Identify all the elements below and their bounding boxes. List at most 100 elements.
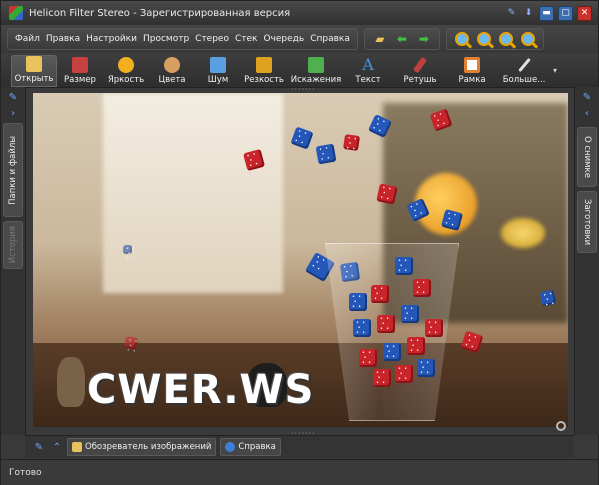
- pin-icon[interactable]: ✎: [505, 7, 518, 20]
- magnifier-icon[interactable]: [556, 421, 566, 431]
- die: [425, 319, 443, 337]
- nav-toolbar: ▰ ⬅ ➡: [363, 28, 440, 50]
- die: [371, 285, 389, 303]
- tab-folders-files[interactable]: Папки и файлы: [3, 123, 23, 217]
- zoom-actual-icon[interactable]: [453, 30, 471, 48]
- tool-brightness[interactable]: Яркость: [103, 55, 149, 87]
- menu-settings[interactable]: Настройки: [83, 34, 140, 44]
- watermark-figure: [57, 357, 85, 407]
- tab-image-browser[interactable]: Обозреватель изображений: [67, 438, 217, 456]
- menu-view[interactable]: Просмотр: [140, 34, 192, 44]
- panel-grip[interactable]: ·······: [291, 85, 316, 94]
- tool-sharpness[interactable]: Резкость: [241, 55, 287, 87]
- tab-help[interactable]: Справка: [220, 438, 281, 456]
- tool-retouch[interactable]: Ретушь: [391, 55, 449, 87]
- zoom-fit-icon[interactable]: [475, 30, 493, 48]
- ribbon-overflow-icon[interactable]: ▾: [553, 66, 557, 75]
- text-icon: A: [362, 55, 374, 74]
- watermark-text: CWER.WS: [87, 367, 315, 413]
- tab-history[interactable]: История: [3, 221, 23, 269]
- tool-distortion[interactable]: Искажения: [287, 55, 345, 87]
- menu-help[interactable]: Справка: [307, 34, 353, 44]
- wand-icon: [517, 57, 531, 73]
- tool-more[interactable]: Больше...: [495, 55, 553, 87]
- die: [373, 369, 391, 387]
- right-panel: ✎ ‹ О снимке Заготовки: [574, 87, 599, 435]
- close-button[interactable]: ✕: [577, 5, 592, 21]
- die: [343, 134, 360, 151]
- app-logo-icon: [9, 6, 23, 20]
- window-title: Helicon Filter Stereo - Зарегистрированн…: [29, 7, 291, 19]
- app-window: Helicon Filter Stereo - Зарегистрированн…: [0, 0, 599, 485]
- maximize-button[interactable]: ▢: [558, 5, 573, 21]
- tool-colors[interactable]: Цвета: [149, 55, 195, 87]
- die: [413, 279, 431, 297]
- image-browser-icon: [72, 442, 82, 452]
- menu-stack[interactable]: Стек: [232, 34, 261, 44]
- distort-icon: [308, 57, 324, 73]
- die: [407, 337, 425, 355]
- die: [315, 143, 337, 165]
- open-icon: [26, 56, 42, 72]
- die: [290, 126, 314, 150]
- brush-icon: [412, 56, 428, 74]
- zoom-toolbar: [445, 28, 544, 50]
- help-icon: [225, 442, 236, 452]
- back-arrow-icon[interactable]: ⬅: [393, 30, 411, 48]
- zoom-in-icon[interactable]: [519, 30, 537, 48]
- title-bar: Helicon Filter Stereo - Зарегистрированн…: [1, 1, 598, 25]
- die: [359, 349, 377, 367]
- folder-icon[interactable]: ▰: [371, 30, 389, 48]
- expand-arrow-icon[interactable]: ‹: [581, 107, 593, 119]
- palette-icon: [164, 57, 180, 73]
- die: [383, 343, 401, 361]
- menu-bar: Файл Правка Настройки Просмотр Стерео Ст…: [7, 28, 358, 50]
- pin-icon[interactable]: ✎: [7, 91, 19, 103]
- menu-file[interactable]: Файл: [12, 34, 43, 44]
- pin-icon[interactable]: ✎: [33, 441, 45, 453]
- noise-icon: [210, 57, 226, 73]
- download-icon[interactable]: ⬇: [522, 7, 535, 20]
- die: [401, 305, 419, 323]
- tab-presets[interactable]: Заготовки: [577, 191, 597, 253]
- tool-text[interactable]: A Текст: [345, 55, 391, 87]
- die: [376, 183, 398, 205]
- sun-icon: [118, 57, 134, 73]
- expand-up-icon[interactable]: ⌃: [51, 441, 63, 453]
- tool-frame[interactable]: Рамка: [449, 55, 495, 87]
- die: [539, 289, 557, 307]
- die: [395, 257, 413, 275]
- sharpen-icon: [256, 57, 272, 73]
- tool-open[interactable]: Открыть: [11, 55, 57, 87]
- forward-arrow-icon[interactable]: ➡: [415, 30, 433, 48]
- background-fruit: [501, 218, 545, 248]
- pin-icon[interactable]: ✎: [581, 91, 593, 103]
- menu-toolbar: Файл Правка Настройки Просмотр Стерео Ст…: [1, 25, 598, 54]
- menu-edit[interactable]: Правка: [43, 34, 83, 44]
- expand-arrow-icon[interactable]: ›: [7, 107, 19, 119]
- die: [124, 336, 138, 350]
- image-viewer[interactable]: CWER.WS: [33, 93, 568, 427]
- tab-photo-info[interactable]: О снимке: [577, 127, 597, 187]
- tool-noise[interactable]: Шум: [195, 55, 241, 87]
- tool-ribbon: Открыть Размер Яркость Цвета Шум Резкост…: [1, 53, 598, 88]
- die: [377, 315, 395, 333]
- zoom-out-icon[interactable]: [497, 30, 515, 48]
- background-window: [103, 93, 283, 293]
- menu-stereo[interactable]: Стерео: [192, 34, 232, 44]
- left-panel: ✎ › Папки и файлы История: [1, 87, 26, 435]
- tool-resize[interactable]: Размер: [57, 55, 103, 87]
- menu-queue[interactable]: Очередь: [260, 34, 307, 44]
- status-bar: Готово: [1, 459, 598, 485]
- status-text: Готово: [9, 467, 42, 478]
- frame-icon: [464, 57, 480, 73]
- die: [123, 245, 135, 262]
- scissors-icon: [72, 57, 88, 73]
- minimize-button[interactable]: ▬: [539, 5, 554, 21]
- die: [349, 293, 367, 311]
- bottom-panel: ✎ ⌃ Обозреватель изображений Справка: [25, 435, 574, 458]
- window-controls: ✎ ⬇ ▬ ▢ ✕: [505, 5, 592, 21]
- die: [417, 359, 435, 377]
- die: [395, 365, 413, 383]
- die: [353, 319, 371, 337]
